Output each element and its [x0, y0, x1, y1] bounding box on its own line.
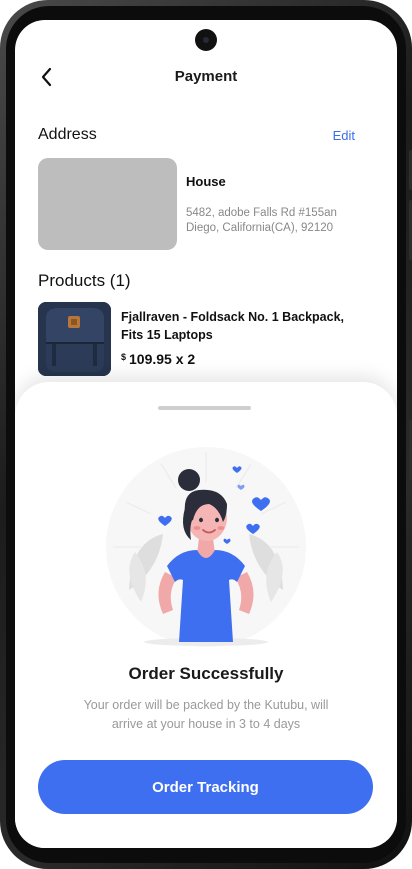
edit-address-link[interactable]: Edit: [333, 128, 355, 143]
address-section-title: Address: [38, 126, 97, 143]
product-image: [38, 302, 111, 376]
header: Payment: [15, 64, 397, 90]
sheet-drag-handle[interactable]: [158, 406, 251, 410]
page-title: Payment: [174, 68, 238, 85]
success-message-line-2: arrive at your house in 3 to 4 days: [111, 717, 301, 731]
products-section-title: Products (1): [38, 271, 131, 290]
address-line-1: 5482, adobe Falls Rd #155an: [186, 207, 337, 219]
backpack-image: [38, 302, 111, 376]
order-tracking-button[interactable]: Order Tracking: [38, 760, 373, 814]
order-success-sheet: Order Successfully Your order will be pa…: [15, 382, 397, 848]
address-image-placeholder: [38, 158, 177, 250]
address-name: House: [186, 174, 226, 189]
woman-success-illustration: [101, 442, 311, 652]
product-price: $109.95 x 2: [121, 351, 195, 367]
screen: Payment Address Edit House 5482, adobe F…: [15, 20, 397, 848]
product-name: Fjallraven - Foldsack No. 1 Backpack, Fi…: [121, 308, 381, 344]
success-title: Order Successfully: [128, 664, 284, 683]
phone-frame: Payment Address Edit House 5482, adobe F…: [0, 0, 412, 869]
success-message-line-1: Your order will be packed by the Kutubu,…: [83, 698, 329, 712]
price-quantity: 109.95 x 2: [129, 351, 196, 367]
address-line-2: Diego, California(CA), 92120: [186, 222, 334, 234]
product-name-line-1: Fjallraven - Foldsack No. 1 Backpack,: [121, 310, 345, 324]
currency-symbol: $: [121, 352, 127, 362]
product-name-line-2: Fits 15 Laptops: [121, 328, 213, 342]
front-camera: [195, 29, 217, 51]
